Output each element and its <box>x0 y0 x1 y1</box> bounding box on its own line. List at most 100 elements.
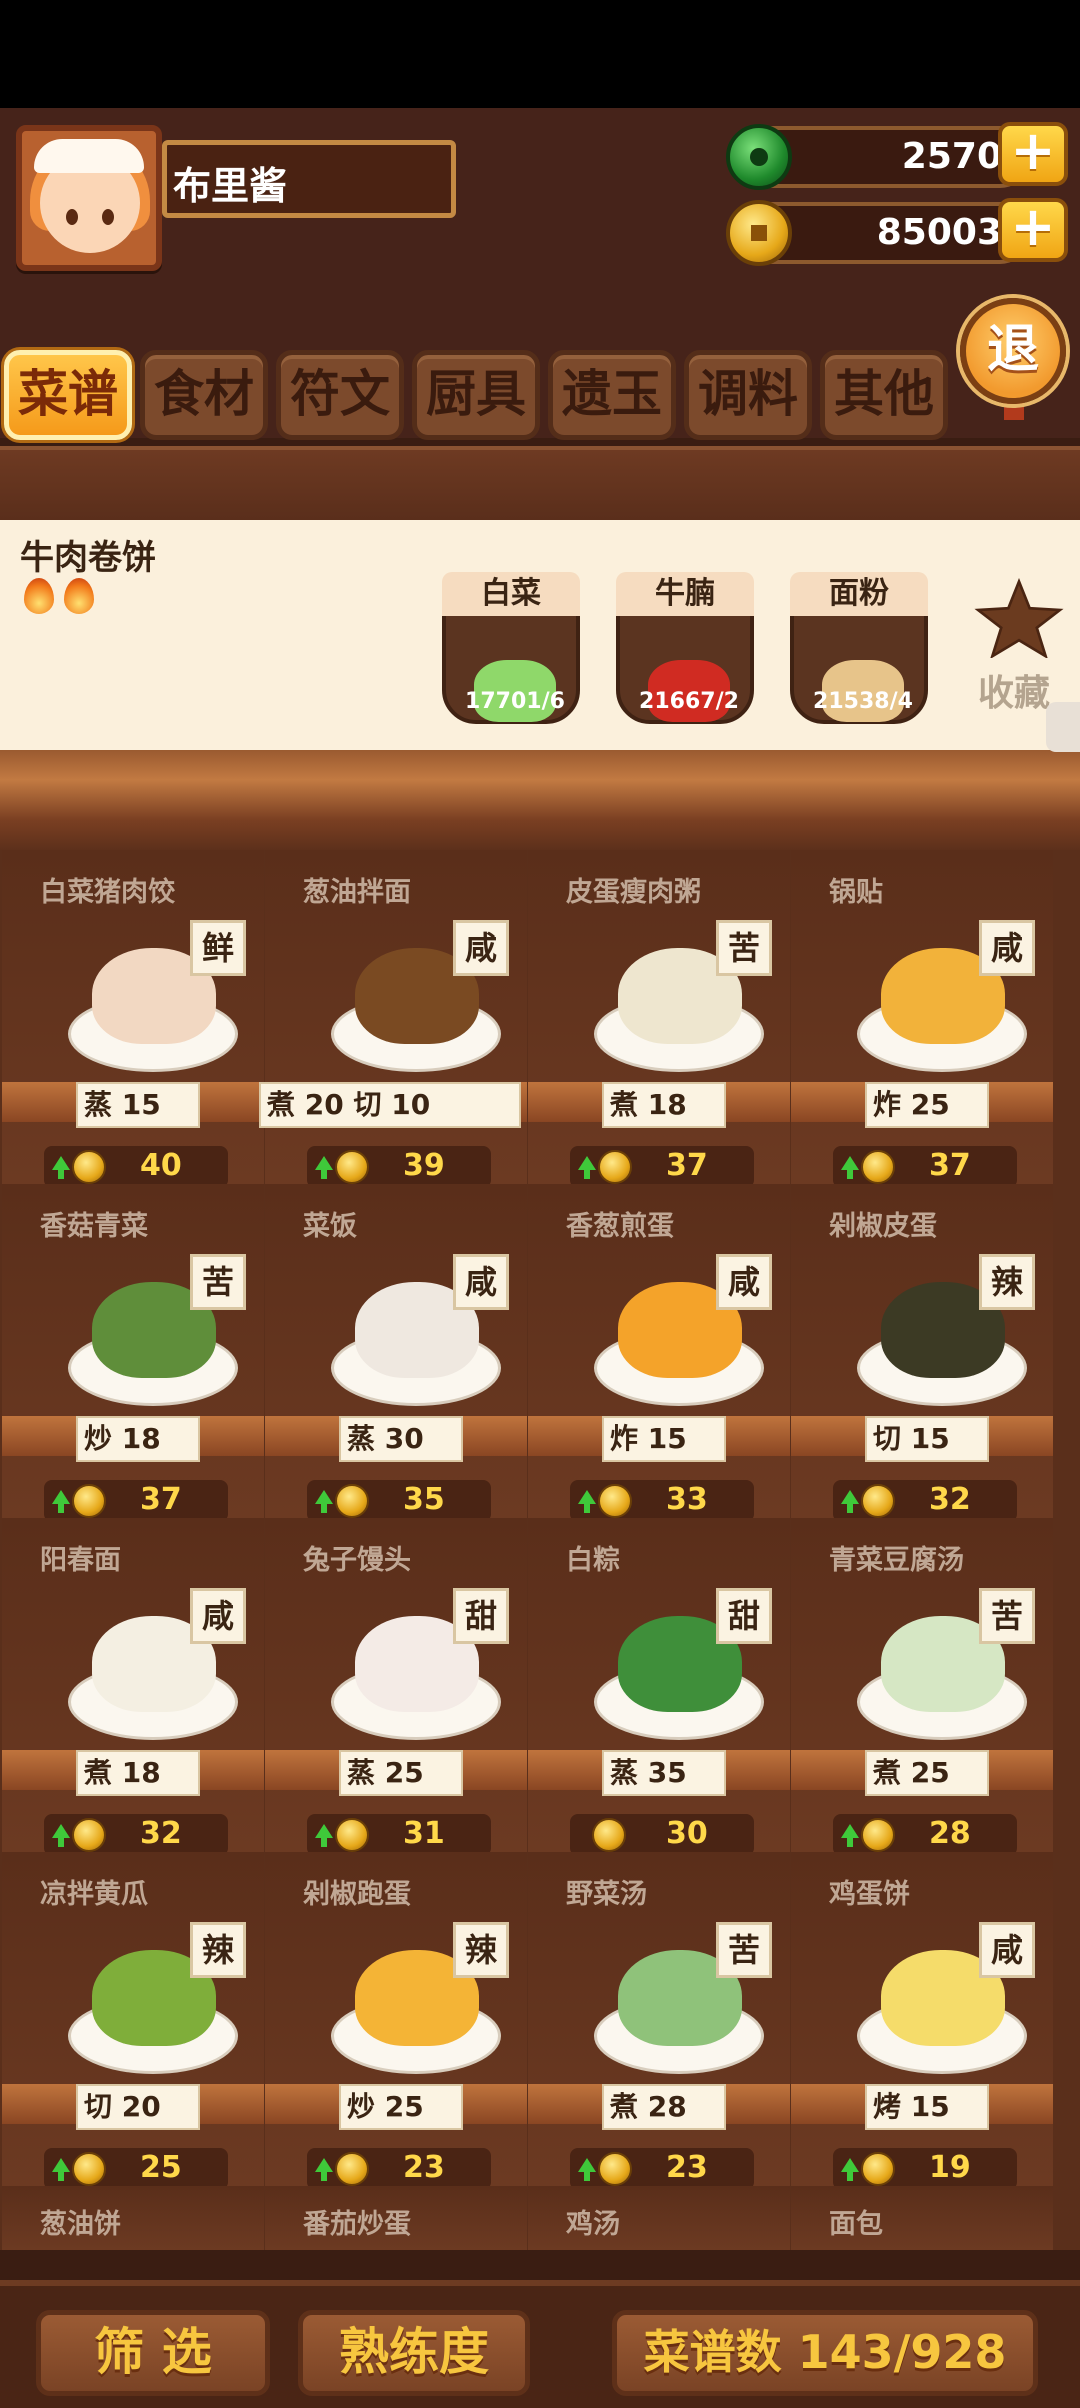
ingredient-slot[interactable]: 21667/2 牛腩 <box>616 572 754 724</box>
recipe-name: 剁椒皮蛋 <box>829 1211 937 1242</box>
coin-icon <box>335 1818 369 1852</box>
tab-1[interactable]: 菜谱 <box>4 350 132 440</box>
add-coins-button[interactable]: + <box>998 198 1068 262</box>
recipe-name: 鸡汤 <box>566 2209 620 2240</box>
favorite-label[interactable]: 收藏 <box>978 664 1050 716</box>
recipe-card[interactable]: 番茄炒蛋 <box>265 2186 527 2250</box>
recipe-count: 菜谱数 143/928 <box>612 2310 1038 2396</box>
price-up-arrow-icon <box>315 1490 333 1513</box>
recipe-card[interactable]: 葱油饼 <box>2 2186 264 2250</box>
coin-icon <box>861 1150 895 1184</box>
recipe-name: 阳春面 <box>40 1545 121 1576</box>
recipe-card[interactable]: 香葱煎蛋咸炸 15 33 <box>528 1184 790 1522</box>
taste-tag: 咸 <box>453 920 509 976</box>
price-up-arrow-icon <box>52 1490 70 1513</box>
fire-icon <box>24 578 54 614</box>
selected-recipe-title: 牛肉卷饼 <box>20 538 156 578</box>
tab-7[interactable]: 其他 <box>820 350 948 440</box>
coin-icon <box>598 2152 632 2186</box>
cook-method: 炒 25 <box>339 2084 463 2130</box>
recipe-card[interactable]: 面包 <box>791 2186 1053 2250</box>
coin-icon <box>726 200 792 266</box>
recipe-name: 香菇青菜 <box>40 1211 148 1242</box>
ingredient-count: 17701/6 <box>465 689 565 714</box>
ingredient-name: 面粉 <box>790 572 928 616</box>
tab-6[interactable]: 调料 <box>684 350 812 440</box>
recipe-price: 35 <box>307 1480 491 1522</box>
recipe-card[interactable]: 野菜汤苦煮 28 23 <box>528 1852 790 2190</box>
recipe-price: 30 <box>570 1814 754 1856</box>
recipe-card[interactable]: 阳春面咸煮 18 32 <box>2 1518 264 1856</box>
recipe-card[interactable]: 葱油拌面咸煮 20 切 10 39 <box>259 850 527 1188</box>
price-value: 33 <box>666 1482 708 1517</box>
price-up-arrow-icon <box>841 1824 859 1847</box>
recipe-grid: 白菜猪肉饺鲜蒸 15 40 葱油拌面咸煮 20 切 10 39 皮蛋瘦肉粥苦煮 18 37… <box>0 850 1080 2250</box>
taste-tag: 苦 <box>716 1922 772 1978</box>
cook-method: 蒸 30 <box>339 1416 463 1462</box>
tab-5[interactable]: 遗玉 <box>548 350 676 440</box>
recipe-card[interactable]: 皮蛋瘦肉粥苦煮 18 37 <box>528 850 790 1188</box>
recipe-card[interactable]: 鸡蛋饼咸烤 15 19 <box>791 1852 1053 2190</box>
cook-method: 煮 28 <box>602 2084 726 2130</box>
recipe-card[interactable]: 白菜猪肉饺鲜蒸 15 40 <box>2 850 264 1188</box>
exit-button[interactable]: 退 <box>960 298 1066 404</box>
recipe-price: 33 <box>570 1480 754 1522</box>
taste-tag: 辣 <box>453 1922 509 1978</box>
taste-tag: 咸 <box>453 1254 509 1310</box>
taste-tag: 咸 <box>979 920 1035 976</box>
recipe-card[interactable]: 兔子馒头甜蒸 25 31 <box>265 1518 527 1856</box>
filter-button[interactable]: 筛 选 <box>36 2310 270 2396</box>
recipe-price: 40 <box>44 1146 228 1188</box>
proficiency-button[interactable]: 熟练度 <box>298 2310 530 2396</box>
tab-3[interactable]: 符文 <box>276 350 404 440</box>
tab-4[interactable]: 厨具 <box>412 350 540 440</box>
price-up-arrow-icon <box>841 1156 859 1179</box>
recipe-name: 青菜豆腐汤 <box>829 1545 964 1576</box>
coin-icon <box>598 1150 632 1184</box>
price-value: 28 <box>929 1816 971 1851</box>
coin-icon <box>861 1818 895 1852</box>
ingredient-name: 牛腩 <box>616 572 754 616</box>
price-value: 32 <box>929 1482 971 1517</box>
coin-amount: 85003 <box>876 212 1002 253</box>
recipe-price: 37 <box>833 1146 1017 1188</box>
price-value: 25 <box>140 2150 182 2185</box>
price-up-arrow-icon <box>52 2158 70 2181</box>
recipe-card[interactable]: 菜饭咸蒸 30 35 <box>265 1184 527 1522</box>
recipe-name: 葱油饼 <box>40 2209 121 2240</box>
recipe-card[interactable]: 剁椒皮蛋辣切 15 32 <box>791 1184 1053 1522</box>
shelf-top <box>0 446 1080 520</box>
ingredient-slot[interactable]: 21538/4 面粉 <box>790 572 928 724</box>
price-value: 35 <box>403 1482 445 1517</box>
recipe-price: 28 <box>833 1814 1017 1856</box>
star-icon[interactable] <box>974 578 1064 658</box>
recipe-card[interactable]: 香菇青菜苦炒 18 37 <box>2 1184 264 1522</box>
add-jade-button[interactable]: + <box>998 122 1068 186</box>
ingredient-slot[interactable]: 17701/6 白菜 <box>442 572 580 724</box>
price-up-arrow-icon <box>578 2158 596 2181</box>
recipe-price: 32 <box>833 1480 1017 1522</box>
recipe-price: 23 <box>307 2148 491 2190</box>
ingredient-count: 21667/2 <box>639 689 739 714</box>
recipe-card[interactable]: 鸡汤 <box>528 2186 790 2250</box>
recipe-name: 剁椒跑蛋 <box>303 1879 411 1910</box>
coin-icon <box>861 1484 895 1518</box>
coin-icon <box>861 2152 895 2186</box>
recipe-card[interactable]: 剁椒跑蛋辣炒 25 23 <box>265 1852 527 2190</box>
coin-icon <box>335 1150 369 1184</box>
recipe-card[interactable]: 白粽甜蒸 35 30 <box>528 1518 790 1856</box>
recipe-card[interactable]: 青菜豆腐汤苦煮 25 28 <box>791 1518 1053 1856</box>
price-up-arrow-icon <box>578 1490 596 1513</box>
recipe-price: 37 <box>570 1146 754 1188</box>
cook-method: 煮 20 切 10 <box>259 1082 521 1128</box>
recipe-name: 凉拌黄瓜 <box>40 1879 148 1910</box>
recipe-name: 兔子馒头 <box>303 1545 411 1576</box>
recipe-price: 37 <box>44 1480 228 1522</box>
category-tabs: 菜谱 食材 符文 厨具 遗玉 调料 其他 <box>0 350 950 446</box>
player-avatar[interactable] <box>16 125 162 271</box>
price-value: 31 <box>403 1816 445 1851</box>
recipe-card[interactable]: 凉拌黄瓜辣切 20 25 <box>2 1852 264 2190</box>
recipe-price: 23 <box>570 2148 754 2190</box>
tab-2[interactable]: 食材 <box>140 350 268 440</box>
recipe-card[interactable]: 锅贴咸炸 25 37 <box>791 850 1053 1188</box>
